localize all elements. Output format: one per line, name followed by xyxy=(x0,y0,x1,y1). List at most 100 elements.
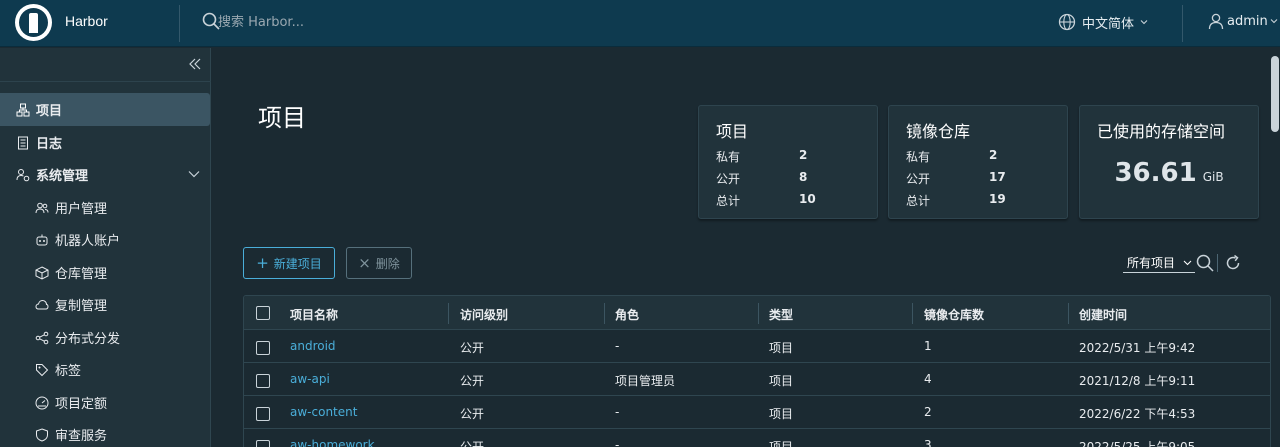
row-checkbox[interactable] xyxy=(256,440,270,447)
table-row: aw-homework 公开 - 项目 3 2022/5/25 上午9:05 xyxy=(244,429,1270,447)
table-row: aw-content 公开 - 项目 2 2022/6/22 下午4:53 xyxy=(244,396,1270,429)
card-title: 项目 xyxy=(716,122,749,141)
admin-icon xyxy=(16,168,30,181)
refresh-icon[interactable] xyxy=(1224,254,1242,272)
creation-time: 2021/12/8 上午9:11 xyxy=(1079,374,1196,388)
sidebar-item-logs[interactable]: 日志 xyxy=(0,126,211,159)
user-menu[interactable]: admin xyxy=(1207,12,1278,30)
column-header[interactable]: 角色 xyxy=(615,306,639,323)
new-project-button[interactable]: + 新建项目 xyxy=(243,247,335,279)
project-name-link[interactable]: aw-api xyxy=(290,372,330,386)
app-title[interactable]: Harbor xyxy=(65,13,108,29)
repo-count: 1 xyxy=(924,339,932,353)
harbor-logo[interactable] xyxy=(15,4,52,41)
page-title: 项目 xyxy=(258,104,306,132)
sidebar-item-label: 分布式分发 xyxy=(55,332,121,347)
type: 项目 xyxy=(769,341,794,355)
creation-time: 2022/5/25 上午9:05 xyxy=(1079,440,1196,447)
sidebar-item-labels[interactable]: 标签 xyxy=(0,353,211,386)
row-checkbox[interactable] xyxy=(256,341,270,355)
chevron-down-icon[interactable] xyxy=(188,170,200,178)
projects-icon xyxy=(16,103,30,116)
sidebar-item-replications[interactable]: 复制管理 xyxy=(0,288,211,321)
language-selector[interactable]: 中文简体 xyxy=(1058,12,1148,32)
user-icon xyxy=(1208,13,1224,30)
creation-time: 2022/6/22 下午4:53 xyxy=(1079,407,1196,421)
search-input[interactable] xyxy=(218,12,518,32)
column-divider xyxy=(912,303,913,324)
sidebar-item-label: 标签 xyxy=(55,364,82,379)
gauge-icon xyxy=(35,396,49,409)
sidebar-item-label: 审查服务 xyxy=(55,429,108,444)
role: - xyxy=(615,405,620,419)
globe-icon xyxy=(1058,13,1076,31)
chevron-down-icon xyxy=(1183,260,1192,266)
row-checkbox[interactable] xyxy=(256,374,270,388)
users-icon xyxy=(35,202,49,213)
sidebar-item-system-admin[interactable]: 系统管理 xyxy=(0,158,211,191)
role: - xyxy=(615,438,620,447)
repo-count: 2 xyxy=(924,405,932,419)
type: 项目 xyxy=(769,407,794,421)
sidebar-divider xyxy=(0,81,211,82)
shield-icon xyxy=(36,427,48,442)
storage-number: 36.61 xyxy=(1114,158,1197,188)
column-divider xyxy=(604,303,605,324)
column-header[interactable]: 类型 xyxy=(769,306,793,323)
sidebar-item-label: 项目 xyxy=(36,104,63,119)
project-name-link[interactable]: aw-content xyxy=(290,405,357,419)
sidebar-item-interrogation[interactable]: 审查服务 xyxy=(0,418,211,447)
header-divider xyxy=(179,5,180,42)
sidebar-item-label: 日志 xyxy=(36,137,63,152)
toolbar-divider xyxy=(1217,254,1218,272)
sidebar-item-quotas[interactable]: 项目定额 xyxy=(0,386,211,419)
page-scrollbar[interactable] xyxy=(1271,56,1279,132)
select-all-checkbox[interactable] xyxy=(256,306,270,320)
chevron-down-icon xyxy=(1270,19,1278,24)
column-header[interactable]: 访问级别 xyxy=(460,306,508,323)
column-header[interactable]: 项目名称 xyxy=(290,306,338,323)
project-name-link[interactable]: android xyxy=(290,339,336,353)
row-checkbox[interactable] xyxy=(256,407,270,421)
projects-table: 项目名称 访问级别 角色 类型 镜像仓库数 创建时间 android 公开 - … xyxy=(243,295,1271,447)
sidebar: 项目 日志 系统管理 用户管理 机器人账户 仓库管理 复制管理 分布式分发 标签… xyxy=(0,48,211,447)
column-divider xyxy=(1068,303,1069,324)
delete-button[interactable]: × 删除 xyxy=(346,247,412,279)
access-level: 公开 xyxy=(460,440,485,447)
sidebar-item-distribution[interactable]: 分布式分发 xyxy=(0,321,211,354)
tag-icon xyxy=(36,363,49,376)
table-row: aw-api 公开 项目管理员 项目 4 2021/12/8 上午9:11 xyxy=(244,363,1270,396)
column-header[interactable]: 镜像仓库数 xyxy=(924,306,984,323)
chevron-down-icon xyxy=(1140,20,1148,25)
sidebar-item-registries[interactable]: 仓库管理 xyxy=(0,256,211,289)
project-name-link[interactable]: aw-homework xyxy=(290,438,375,447)
close-icon: × xyxy=(358,254,371,272)
column-header[interactable]: 创建时间 xyxy=(1079,306,1127,323)
collapse-sidebar-icon[interactable] xyxy=(188,58,202,70)
top-header: Harbor 中文简体 admin xyxy=(0,0,1280,47)
storage-summary-card: 已使用的存储空间 36.61 GiB xyxy=(1079,105,1259,219)
access-level: 公开 xyxy=(460,407,485,421)
sidebar-item-users[interactable]: 用户管理 xyxy=(0,191,211,224)
search-icon[interactable] xyxy=(1196,254,1214,272)
storage-unit: GiB xyxy=(1202,170,1224,184)
type: 项目 xyxy=(769,374,794,388)
cloud-icon xyxy=(35,299,49,309)
sidebar-item-label: 机器人账户 xyxy=(55,234,121,249)
repositories-summary-card: 镜像仓库 私有 2 公开 17 总计 19 xyxy=(888,105,1068,219)
header-divider xyxy=(1182,5,1183,42)
logs-icon xyxy=(18,136,28,149)
project-filter-select[interactable]: 所有项目 xyxy=(1123,253,1195,273)
box-icon xyxy=(35,265,49,280)
access-level: 公开 xyxy=(460,374,485,388)
sidebar-item-label: 系统管理 xyxy=(36,169,89,184)
repo-count: 3 xyxy=(924,438,932,447)
repo-count: 4 xyxy=(924,372,932,386)
sidebar-item-label: 复制管理 xyxy=(55,299,108,314)
sidebar-item-label: 仓库管理 xyxy=(55,267,108,282)
sidebar-item-projects[interactable]: 项目 xyxy=(0,93,210,126)
sidebar-item-robot-accounts[interactable]: 机器人账户 xyxy=(0,223,211,256)
role: - xyxy=(615,339,620,353)
role: 项目管理员 xyxy=(615,374,676,388)
projects-summary-card: 项目 私有 2 公开 8 总计 10 xyxy=(698,105,878,219)
